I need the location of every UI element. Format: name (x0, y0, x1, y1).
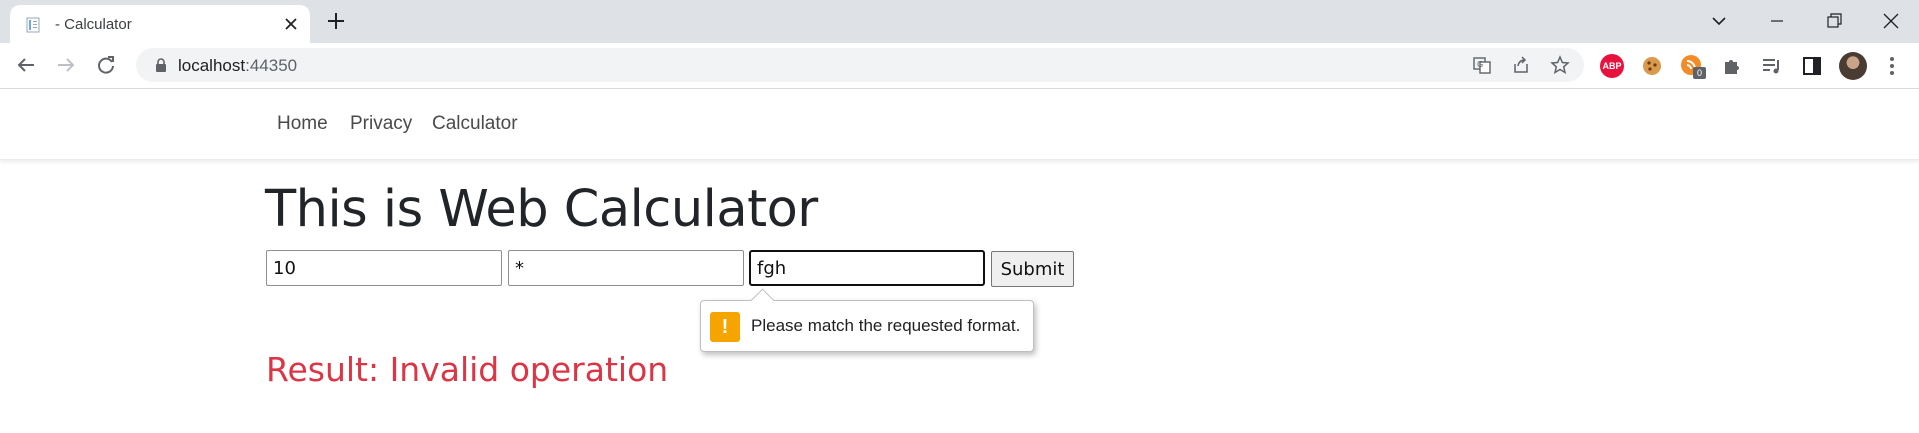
chevron-down-icon[interactable] (1708, 10, 1730, 32)
close-icon[interactable] (281, 14, 301, 34)
close-window-icon[interactable] (1880, 10, 1902, 32)
site-navbar: Home Privacy Calculator (0, 89, 1919, 160)
adblock-icon[interactable]: ABP (1600, 54, 1624, 78)
tab-strip: - Calculator (0, 0, 1919, 43)
cookie-icon[interactable] (1640, 54, 1664, 78)
submit-button[interactable]: Submit (991, 251, 1074, 287)
operator-input[interactable] (508, 250, 744, 286)
address-bar[interactable]: localhost:44350 G (136, 48, 1584, 82)
nav-link-calculator[interactable]: Calculator (432, 113, 518, 135)
share-icon[interactable] (1511, 55, 1531, 75)
media-queue-icon[interactable] (1760, 54, 1784, 78)
star-icon[interactable] (1550, 55, 1570, 75)
result-text: Result: Invalid operation (266, 350, 669, 389)
forward-icon[interactable] (55, 54, 77, 76)
restore-icon[interactable] (1823, 10, 1845, 32)
rss-extension-icon[interactable]: 0 (1680, 54, 1706, 79)
plus-icon[interactable] (325, 10, 347, 32)
tab-title: - Calculator (55, 16, 132, 33)
operand-2-input[interactable] (749, 250, 985, 286)
validation-message: Please match the requested format. (751, 316, 1021, 335)
back-icon[interactable] (15, 54, 37, 76)
page-title: This is Web Calculator (265, 180, 818, 239)
browser-tab[interactable]: - Calculator (10, 5, 310, 43)
lock-icon[interactable] (154, 58, 168, 72)
svg-text:G: G (1477, 60, 1483, 69)
browser-toolbar: localhost:44350 G ABP 0 (0, 43, 1919, 89)
side-panel-icon[interactable] (1800, 54, 1824, 78)
nav-link-home[interactable]: Home (277, 113, 328, 135)
validation-tooltip: ! Please match the requested format. (700, 288, 1034, 352)
nav-link-privacy[interactable]: Privacy (350, 113, 412, 135)
extension-badge: 0 (1693, 67, 1706, 79)
warning-icon: ! (710, 312, 740, 342)
url-host: localhost (178, 56, 246, 75)
avatar[interactable] (1839, 52, 1867, 80)
reload-icon[interactable] (95, 54, 117, 76)
minimize-icon[interactable] (1766, 10, 1788, 32)
puzzle-icon[interactable] (1720, 54, 1744, 78)
favicon-icon (26, 17, 40, 33)
url-port: :44350 (245, 56, 298, 75)
translate-icon[interactable]: G (1472, 55, 1492, 75)
tooltip-arrow (750, 288, 775, 313)
operand-1-input[interactable] (266, 250, 502, 286)
abp-label: ABP (1602, 61, 1622, 71)
url-text: localhost:44350 (178, 56, 297, 76)
kebab-menu-icon[interactable] (1880, 54, 1904, 78)
